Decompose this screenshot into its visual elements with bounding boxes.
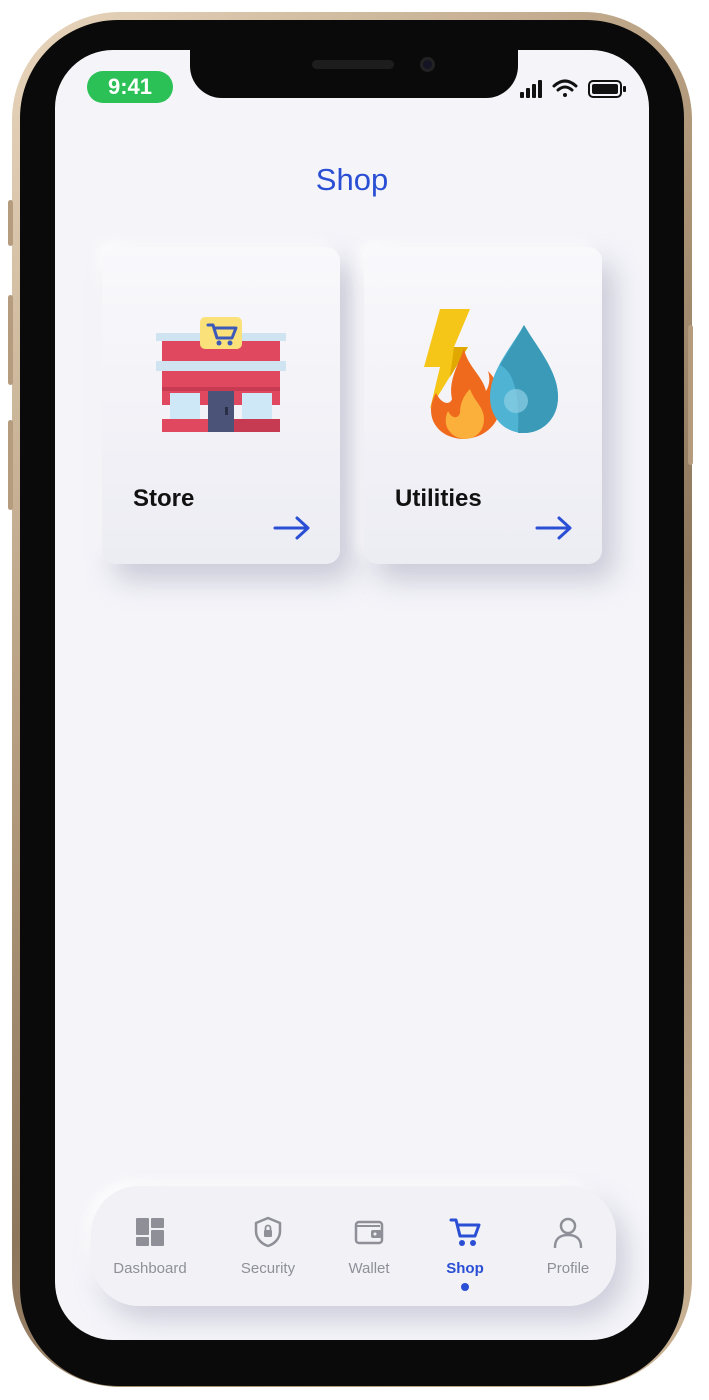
nav-label-wallet: Wallet xyxy=(348,1260,390,1277)
shield-icon xyxy=(254,1216,282,1248)
arrow-right-icon[interactable] xyxy=(535,515,573,541)
utilities-label: Utilities xyxy=(395,485,482,512)
page-title: Shop xyxy=(315,162,389,197)
app-screen: 9:41 Shop Store Utilities Dashboard Secu… xyxy=(55,50,649,1340)
nav-item-security[interactable]: Security xyxy=(218,1186,318,1306)
nav-item-dashboard[interactable]: Dashboard xyxy=(100,1186,200,1306)
nav-item-wallet[interactable]: Wallet xyxy=(319,1186,419,1306)
arrow-right-icon[interactable] xyxy=(273,515,311,541)
wallet-icon xyxy=(354,1220,384,1245)
front-camera xyxy=(420,57,435,72)
utilities-card[interactable]: Utilities xyxy=(364,247,602,564)
nav-item-shop[interactable]: Shop xyxy=(415,1186,515,1306)
speaker xyxy=(312,60,394,69)
user-icon xyxy=(553,1217,583,1248)
battery-icon xyxy=(588,80,626,98)
active-indicator-dot xyxy=(461,1283,469,1291)
nav-item-profile[interactable]: Profile xyxy=(518,1186,618,1306)
store-card[interactable]: Store xyxy=(102,247,340,564)
side-button-left-3 xyxy=(8,420,13,510)
status-icons xyxy=(520,79,626,98)
wifi-icon xyxy=(552,79,578,97)
notch xyxy=(190,50,518,98)
nav-label-profile: Profile xyxy=(546,1260,590,1277)
store-label: Store xyxy=(133,485,195,512)
nav-label-dashboard: Dashboard xyxy=(113,1260,187,1277)
bottom-nav-bar: Dashboard Security Wallet Shop Profile xyxy=(91,1186,616,1306)
status-time: 9:41 xyxy=(87,71,173,103)
dashboard-icon xyxy=(136,1218,164,1246)
side-button-right xyxy=(688,325,693,465)
utilities-icon xyxy=(424,309,558,439)
side-button-left-1 xyxy=(8,200,13,246)
side-button-left-2 xyxy=(8,295,13,385)
cart-icon xyxy=(449,1218,481,1246)
signal-icon xyxy=(520,80,542,98)
store-icon xyxy=(156,317,286,432)
nav-label-shop: Shop xyxy=(446,1260,484,1277)
nav-label-security: Security xyxy=(240,1260,296,1277)
